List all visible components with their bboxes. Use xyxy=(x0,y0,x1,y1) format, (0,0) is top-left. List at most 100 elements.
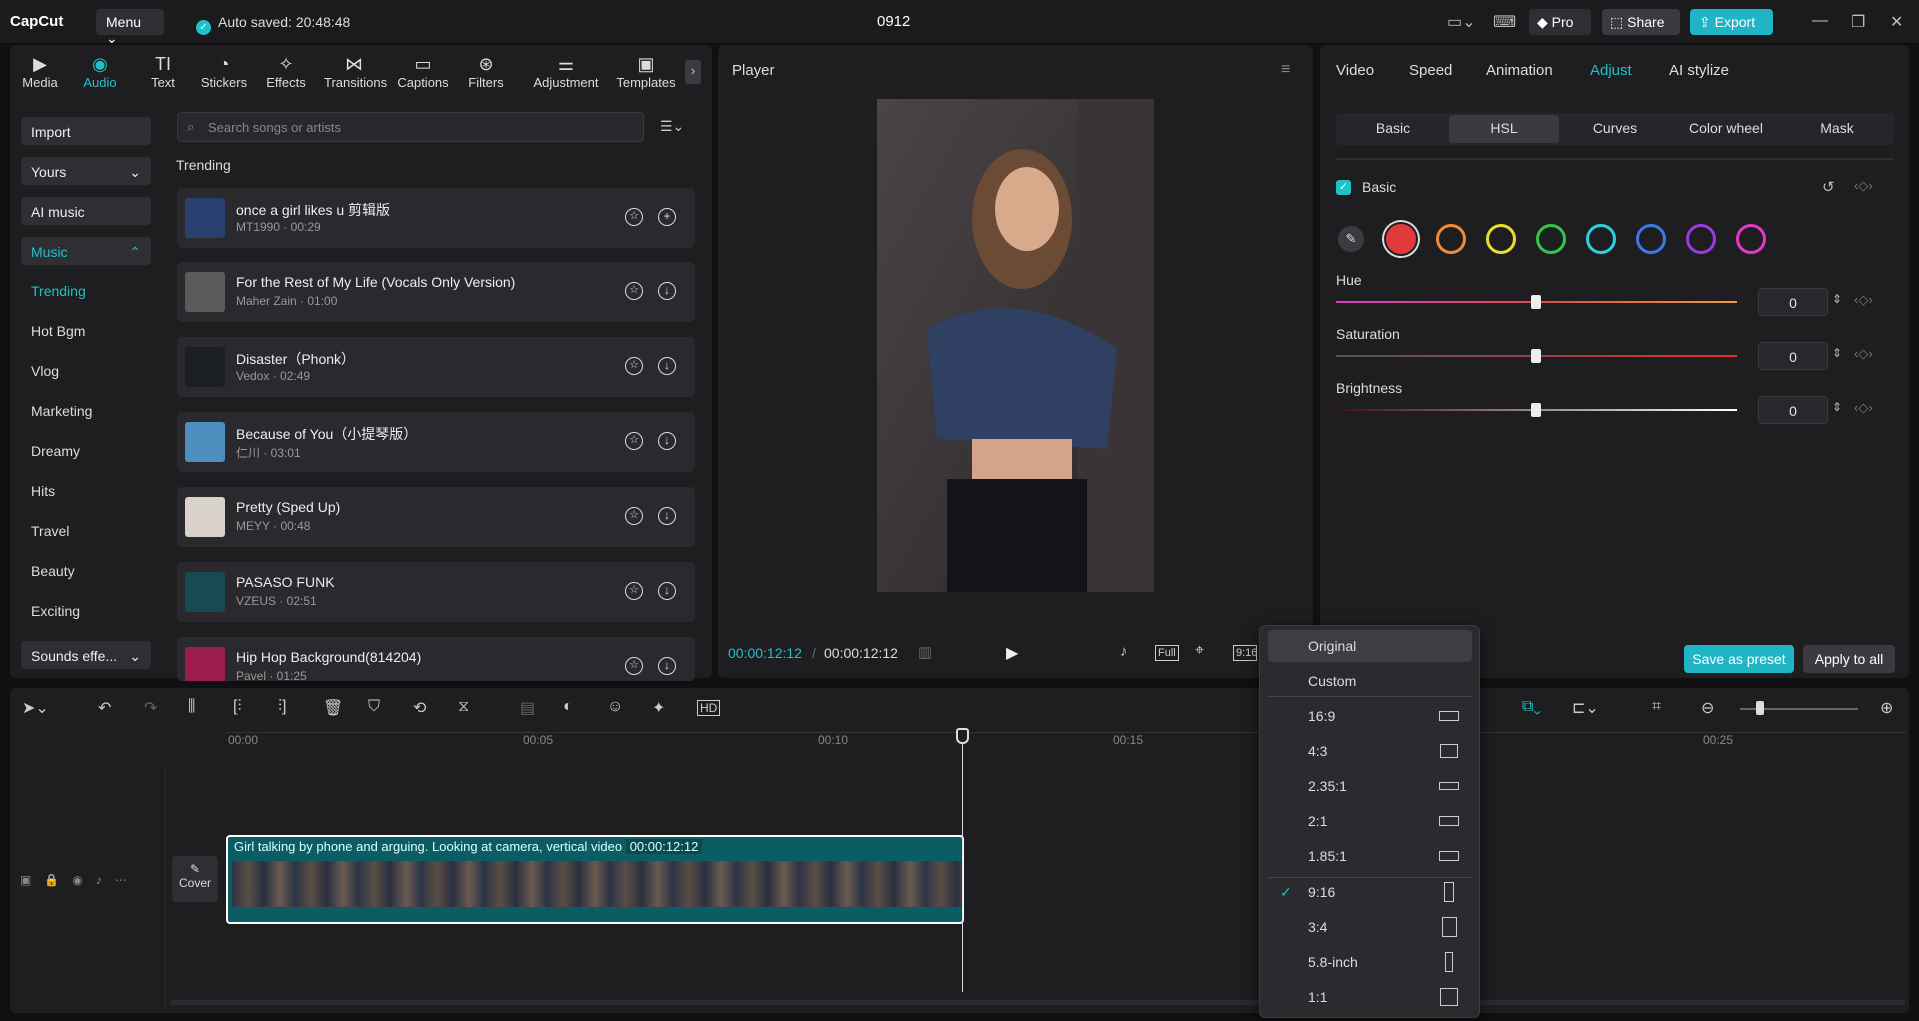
playhead-handle[interactable] xyxy=(956,728,969,744)
download-icon[interactable]: ↓ xyxy=(658,507,676,525)
zoom-out-icon[interactable]: ⊖ xyxy=(1701,698,1714,718)
link-icon[interactable]: ⧉⌄ xyxy=(1522,698,1541,716)
nav-marketing[interactable]: Marketing xyxy=(31,403,92,419)
tiktok-icon[interactable]: ♪ xyxy=(1120,643,1128,660)
music-dropdown[interactable]: Music ⌃ xyxy=(21,237,151,265)
nav-travel[interactable]: Travel xyxy=(31,523,69,539)
more-icon[interactable]: ⋯ xyxy=(115,873,140,887)
undo-icon[interactable]: ↶ xyxy=(98,698,111,718)
ratio-option[interactable]: 4:3 xyxy=(1268,735,1472,767)
ratio-option[interactable]: 5.8-inch xyxy=(1268,946,1472,978)
timeline-scrollbar[interactable] xyxy=(170,1000,1906,1005)
nav-hits[interactable]: Hits xyxy=(31,483,55,499)
import-button[interactable]: Import xyxy=(21,117,151,145)
keyframe-icon[interactable]: ‹◇› xyxy=(1854,178,1873,194)
brightness-knob[interactable] xyxy=(1531,403,1541,417)
song-item[interactable]: For the Rest of My Life (Vocals Only Ver… xyxy=(177,262,695,322)
filter-icon[interactable]: ☰⌄ xyxy=(660,118,684,135)
stepper-icon[interactable]: ⇕ xyxy=(1832,346,1842,360)
play-icon[interactable]: ▶ xyxy=(1006,643,1018,663)
basic-checkbox[interactable]: ✓ xyxy=(1336,180,1351,195)
color-swatch[interactable] xyxy=(1436,224,1466,254)
tool-transitions[interactable]: ⋈ Transitions xyxy=(324,53,387,90)
color-swatch[interactable] xyxy=(1536,224,1566,254)
color-swatch[interactable] xyxy=(1586,224,1616,254)
ratio-option[interactable]: 1:1 xyxy=(1268,981,1472,1013)
saturation-value[interactable]: 0 xyxy=(1758,342,1828,370)
tool-filters[interactable]: ⊛ Filters xyxy=(456,53,516,90)
tab-speed[interactable]: Speed xyxy=(1409,62,1452,79)
song-item[interactable]: PASASO FUNK VZEUS · 02:51 ☆ ↓ xyxy=(177,562,695,622)
apply-all-button[interactable]: Apply to all xyxy=(1803,645,1895,673)
freeze-icon[interactable]: ▤ xyxy=(520,698,535,718)
stepper-icon[interactable]: ⇕ xyxy=(1832,400,1842,414)
yours-dropdown[interactable]: Yours ⌄ xyxy=(21,157,151,185)
tool-media[interactable]: ▶ Media xyxy=(10,53,70,90)
nav-dreamy[interactable]: Dreamy xyxy=(31,443,80,459)
minimize-icon[interactable]: — xyxy=(1812,12,1828,30)
ratio-option[interactable]: Original xyxy=(1268,630,1472,662)
tab-ai-stylize[interactable]: AI stylize xyxy=(1669,62,1729,79)
ratio-option[interactable]: ✓ 9:16 xyxy=(1268,876,1472,908)
star-icon[interactable]: ☆ xyxy=(625,208,643,226)
ratio-option[interactable]: 2.35:1 xyxy=(1268,770,1472,802)
nav-vlog[interactable]: Vlog xyxy=(31,363,59,379)
subtab-basic[interactable]: Basic xyxy=(1338,120,1448,136)
eye-icon[interactable]: ◉ xyxy=(72,873,95,887)
cover-button[interactable]: ✎ Cover xyxy=(172,856,218,902)
split-left-icon[interactable]: [⫶ xyxy=(233,698,241,716)
mark-icon[interactable]: ⛉ xyxy=(368,698,380,716)
keyframe-icon[interactable]: ‹◇› xyxy=(1854,400,1873,416)
zoom-fit-icon[interactable]: ⌖ xyxy=(1195,642,1204,660)
full-button[interactable]: Full xyxy=(1155,645,1179,661)
color-swatch[interactable] xyxy=(1686,224,1716,254)
star-icon[interactable]: ☆ xyxy=(625,357,643,375)
playhead[interactable] xyxy=(962,730,963,992)
zoom-in-icon[interactable]: ⊕ xyxy=(1880,698,1893,718)
save-preset-button[interactable]: Save as preset xyxy=(1684,645,1794,673)
tool-adjustment[interactable]: ⚌ Adjustment xyxy=(524,53,608,90)
ratio-button[interactable]: 9:16 xyxy=(1233,645,1257,661)
ratio-option[interactable]: Custom xyxy=(1268,665,1472,697)
star-icon[interactable]: ☆ xyxy=(625,657,643,675)
export-button[interactable]: ⇪ Export xyxy=(1690,9,1773,35)
restore-icon[interactable]: ❐ xyxy=(1851,12,1865,32)
menu-button[interactable]: Menu ⌄ xyxy=(96,9,164,46)
audio-split-icon[interactable]: ◐ xyxy=(563,698,573,716)
layout-icon[interactable]: ▭⌄ xyxy=(1447,12,1476,32)
brightness-value[interactable]: 0 xyxy=(1758,396,1828,424)
star-icon[interactable]: ☆ xyxy=(625,282,643,300)
grid-icon[interactable]: ▥ xyxy=(918,643,932,661)
color-swatch[interactable] xyxy=(1386,224,1416,254)
song-item[interactable]: once a girl likes u 剪辑版 MT1990 · 00:29 ☆ + xyxy=(177,188,695,248)
tool-effects[interactable]: ✧ Effects xyxy=(256,53,316,90)
video-clip[interactable]: Girl talking by phone and arguing. Looki… xyxy=(226,835,964,924)
saturation-knob[interactable] xyxy=(1531,349,1541,363)
nav-trending[interactable]: Trending xyxy=(31,283,86,299)
star-icon[interactable]: ☆ xyxy=(625,507,643,525)
nav-hot-bgm[interactable]: Hot Bgm xyxy=(31,323,85,339)
stepper-icon[interactable]: ⇕ xyxy=(1832,292,1842,306)
remove-bg-icon[interactable]: ☺ xyxy=(607,698,623,716)
split-right-icon[interactable]: ⫶] xyxy=(278,698,286,716)
ratio-option[interactable]: 2:1 xyxy=(1268,805,1472,837)
speaker-icon[interactable]: ♪ xyxy=(96,873,115,887)
mirror-icon[interactable]: ⧖ xyxy=(458,698,469,716)
close-icon[interactable]: ✕ xyxy=(1890,12,1903,32)
subtab-curves[interactable]: Curves xyxy=(1560,120,1670,136)
tab-adjust[interactable]: Adjust xyxy=(1590,62,1632,79)
delete-icon[interactable]: 🗑 xyxy=(323,698,343,718)
share-button[interactable]: ⬚ Share xyxy=(1602,9,1680,35)
tool-stickers[interactable]: ◔ Stickers xyxy=(194,53,254,90)
song-item[interactable]: Disaster（Phonk） Vedox · 02:49 ☆ ↓ xyxy=(177,337,695,397)
tool-templates[interactable]: ▣ Templates xyxy=(611,53,681,90)
eyedropper-icon[interactable]: ✎ xyxy=(1338,226,1364,252)
download-icon[interactable]: ↓ xyxy=(658,282,676,300)
color-swatch[interactable] xyxy=(1486,224,1516,254)
download-icon[interactable]: ↓ xyxy=(658,357,676,375)
tool-captions[interactable]: ▭ Captions xyxy=(393,53,453,90)
ratio-option[interactable]: 16:9 xyxy=(1268,700,1472,732)
pro-button[interactable]: ◆ Pro xyxy=(1529,9,1591,35)
tool-audio[interactable]: ◉ Audio xyxy=(70,53,130,90)
snap-icon[interactable]: ⊏⌄ xyxy=(1572,698,1599,718)
